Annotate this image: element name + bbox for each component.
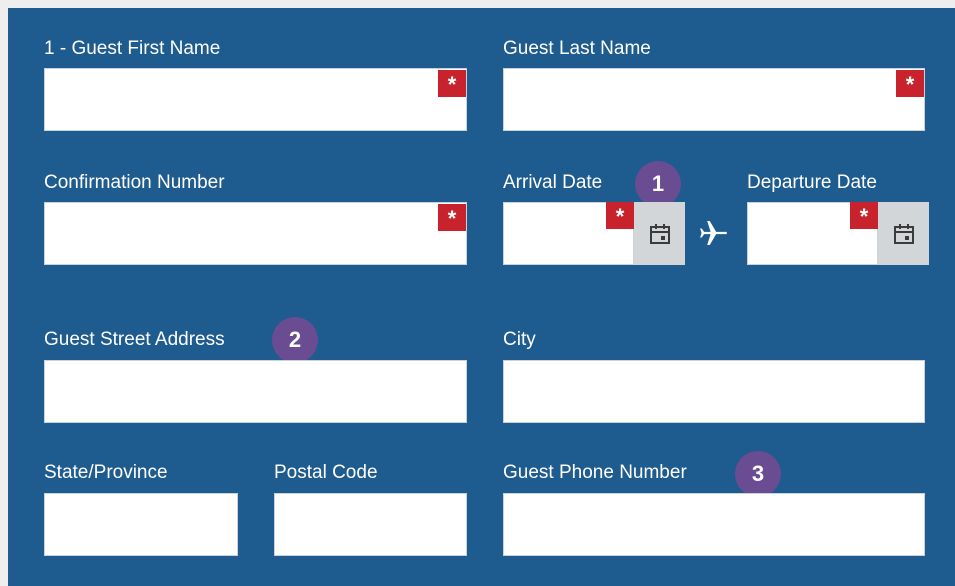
- callout-badge-3: 3: [735, 451, 781, 497]
- airplane-icon: [694, 213, 734, 253]
- confirmation-number-label: Confirmation Number: [44, 172, 225, 193]
- required-marker: *: [606, 202, 634, 229]
- postal-code-input[interactable]: [274, 493, 467, 556]
- city-input[interactable]: [503, 360, 925, 423]
- confirmation-number-input[interactable]: [44, 202, 467, 265]
- street-address-label: Guest Street Address: [44, 329, 225, 350]
- city-label: City: [503, 329, 536, 350]
- required-marker: *: [438, 70, 466, 97]
- required-marker: *: [896, 70, 924, 97]
- required-marker: *: [850, 202, 878, 229]
- required-marker: *: [438, 204, 466, 231]
- last-name-input[interactable]: [503, 68, 925, 131]
- phone-number-input[interactable]: [503, 493, 925, 556]
- callout-badge-2: 2: [272, 317, 318, 363]
- last-name-label: Guest Last Name: [503, 38, 651, 59]
- callout-badge-1: 1: [635, 161, 681, 207]
- calendar-icon: [893, 223, 914, 244]
- departure-calendar-button[interactable]: [878, 202, 929, 265]
- phone-number-label: Guest Phone Number: [503, 462, 687, 483]
- state-province-input[interactable]: [44, 493, 238, 556]
- postal-code-label: Postal Code: [274, 462, 378, 483]
- arrival-date-label: Arrival Date: [503, 172, 603, 193]
- arrival-calendar-button[interactable]: [634, 202, 685, 265]
- departure-date-label: Departure Date: [747, 172, 877, 193]
- street-address-input[interactable]: [44, 360, 467, 423]
- first-name-input[interactable]: [44, 68, 467, 131]
- state-province-label: State/Province: [44, 462, 168, 483]
- calendar-icon: [649, 223, 670, 244]
- first-name-label: 1 - Guest First Name: [44, 38, 221, 59]
